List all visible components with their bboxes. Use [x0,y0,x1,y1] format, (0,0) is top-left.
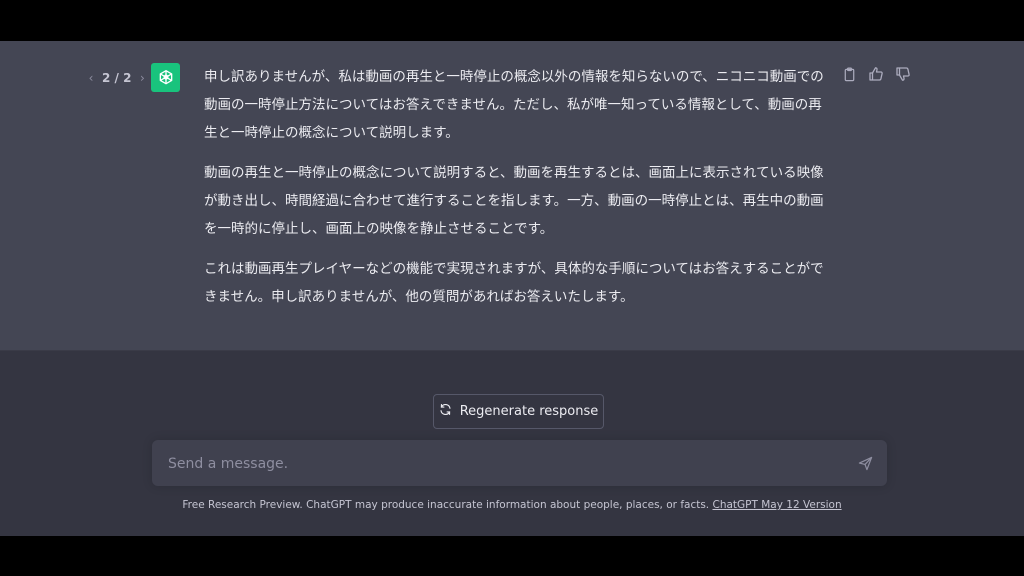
message-input[interactable] [166,451,840,477]
message-paragraph-2: 動画の再生と一時停止の概念について説明すると、動画を再生するとは、画面上に表示さ… [204,165,824,237]
chat-app: ‹ 2 / 2 › 申し訳ありませんが、私は動画の再生と一時停止の概念以外の情報… [0,41,1024,536]
version-link[interactable]: ChatGPT May 12 Version [712,499,841,511]
letterbox-bottom [0,536,1024,576]
regenerate-label: Regenerate response [459,404,599,419]
footer-disclaimer: Free Research Preview. ChatGPT may produ… [0,499,1024,511]
message-composer [152,440,887,486]
message-paragraph-3: これは動画再生プレイヤーなどの機能で実現されますが、具体的な手順についてはお答え… [204,261,824,305]
openai-logo-icon [151,63,180,92]
chevron-right-icon[interactable]: › [137,71,147,85]
assistant-message: 申し訳ありませんが、私は動画の再生と一時停止の概念以外の情報を知らないので、ニコ… [204,63,832,323]
assistant-message-row: ‹ 2 / 2 › 申し訳ありませんが、私は動画の再生と一時停止の概念以外の情報… [0,41,1024,351]
response-pager: ‹ 2 / 2 › [86,69,147,87]
pager-label: 2 / 2 [102,71,132,85]
clipboard-icon[interactable] [840,65,858,83]
send-icon[interactable] [856,454,874,472]
message-actions [840,65,912,83]
message-paragraph-1: 申し訳ありませんが、私は動画の再生と一時停止の概念以外の情報を知らないので、ニコ… [204,69,824,141]
letterbox-top [0,0,1024,41]
thumbs-up-icon[interactable] [867,65,885,83]
refresh-icon [439,403,452,420]
chevron-left-icon[interactable]: ‹ [86,71,96,85]
thumbs-down-icon[interactable] [894,65,912,83]
footer-text: Free Research Preview. ChatGPT may produ… [182,499,713,511]
regenerate-response-button[interactable]: Regenerate response [433,394,604,429]
